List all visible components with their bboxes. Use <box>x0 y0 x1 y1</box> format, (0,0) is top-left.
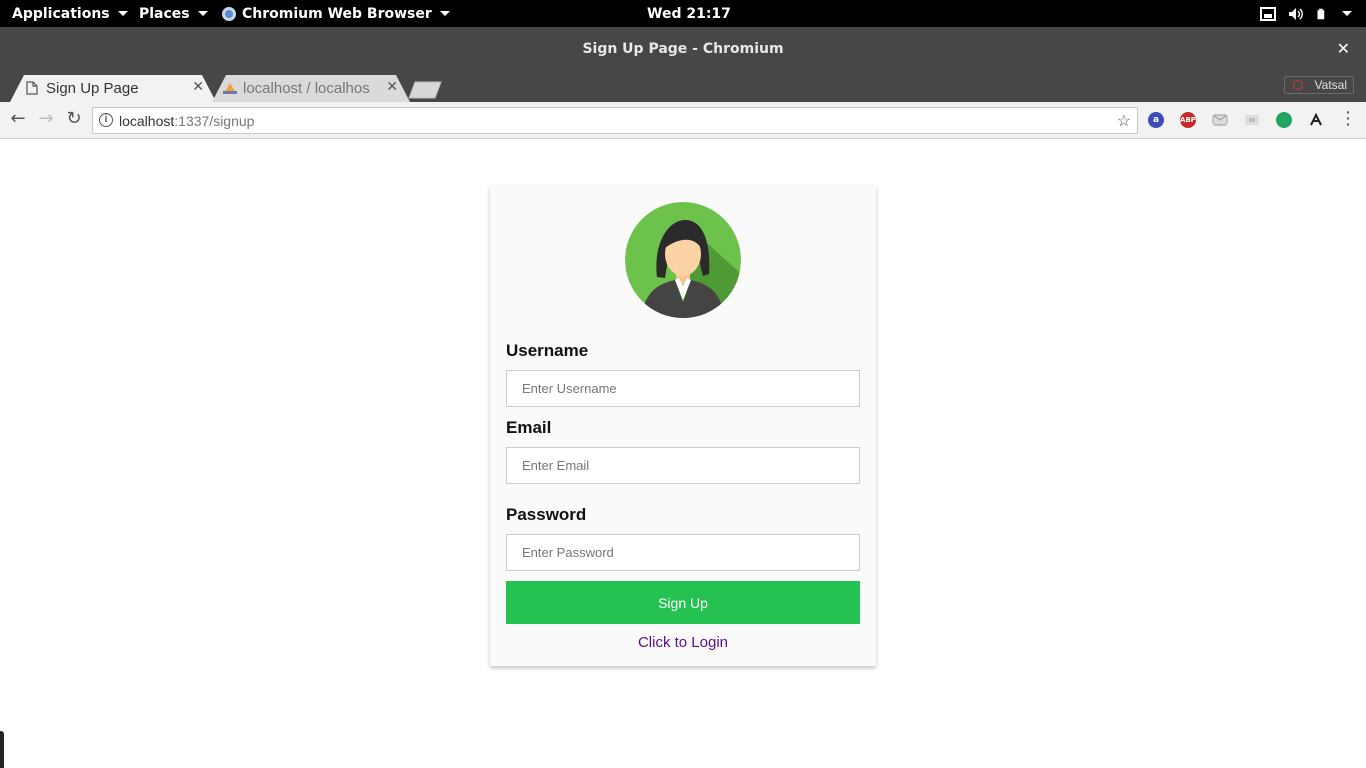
profile-button[interactable]: Vatsal <box>1284 76 1354 94</box>
app-menu[interactable]: Chromium Web Browser <box>222 0 450 27</box>
app-name-label: Chromium Web Browser <box>242 5 432 22</box>
adblock-plus-icon[interactable]: ABP <box>1180 112 1196 128</box>
back-button[interactable]: ← <box>8 110 28 130</box>
forward-button[interactable]: → <box>36 110 56 130</box>
profile-name: Vatsal <box>1314 78 1347 92</box>
email-input[interactable] <box>506 447 860 484</box>
email-label: Email <box>506 418 552 437</box>
chromium-icon <box>222 6 236 21</box>
tab-close-button[interactable]: ✕ <box>192 79 204 95</box>
chevron-down-icon <box>439 11 450 16</box>
browser-toolbar: ← → ↻ i localhost:1337/signup ☆ a ABP ⋮ <box>0 102 1366 139</box>
hangouts-icon[interactable] <box>1276 112 1292 128</box>
window-corner-handle <box>0 731 4 768</box>
system-tray[interactable] <box>1260 0 1366 27</box>
profile-avatar-icon <box>1293 80 1303 90</box>
applications-menu[interactable]: Applications <box>12 0 128 27</box>
places-menu[interactable]: Places <box>139 0 208 27</box>
info-icon[interactable]: i <box>99 113 113 127</box>
puzzle-extension-icon[interactable] <box>1308 112 1324 128</box>
window-titlebar: Sign Up Page - Chromium ✕ <box>0 27 1366 73</box>
tab-label: Sign Up Page <box>46 80 139 97</box>
signup-card: Username Email Password Sign Up Click to… <box>490 186 876 666</box>
extension-a-icon[interactable]: a <box>1148 112 1164 128</box>
url-path: :1337/signup <box>174 113 255 129</box>
cast-extension-icon[interactable] <box>1244 112 1260 128</box>
chevron-down-icon <box>197 11 208 16</box>
bookmark-star-icon[interactable]: ☆ <box>1117 111 1131 131</box>
page-icon <box>26 81 38 95</box>
tab-label: localhost / localhos <box>243 80 370 97</box>
password-input[interactable] <box>506 534 860 571</box>
battery-icon <box>1317 8 1325 19</box>
sign-up-button[interactable]: Sign Up <box>506 581 860 624</box>
chevron-down-icon <box>1342 11 1352 16</box>
chevron-down-icon <box>117 11 128 16</box>
url-host: localhost <box>119 113 175 129</box>
mail-extension-icon[interactable] <box>1212 112 1228 128</box>
applications-label: Applications <box>12 5 110 22</box>
network-icon <box>1260 6 1276 21</box>
url-text: localhost:1337/signup <box>119 113 254 129</box>
window-close-button[interactable]: ✕ <box>1337 39 1350 58</box>
reload-button[interactable]: ↻ <box>64 110 84 130</box>
username-label: Username <box>506 341 589 360</box>
tab-strip: Sign Up Page ✕ localhost / localhos ✕ Va… <box>0 73 1366 102</box>
tab-localhost[interactable]: localhost / localhos ✕ <box>212 74 410 102</box>
clock-label: Wed 21:17 <box>647 5 731 22</box>
login-link[interactable]: Click to Login <box>490 634 876 651</box>
tab-sign-up-page[interactable]: Sign Up Page ✕ <box>10 74 216 102</box>
window-title: Sign Up Page - Chromium <box>582 41 784 57</box>
system-top-bar: Applications Places Chromium Web Browser… <box>0 0 1366 27</box>
browser-menu-button[interactable]: ⋮ <box>1338 110 1358 130</box>
username-input[interactable] <box>506 370 860 407</box>
clock[interactable]: Wed 21:17 <box>647 0 731 27</box>
phpmyadmin-icon <box>223 83 237 94</box>
volume-icon <box>1289 7 1303 20</box>
tab-close-button[interactable]: ✕ <box>386 79 398 95</box>
new-tab-button[interactable] <box>408 81 442 99</box>
places-label: Places <box>139 5 190 22</box>
password-label: Password <box>506 505 587 524</box>
female-avatar-icon <box>625 202 741 318</box>
address-bar[interactable]: i localhost:1337/signup ☆ <box>92 107 1138 134</box>
